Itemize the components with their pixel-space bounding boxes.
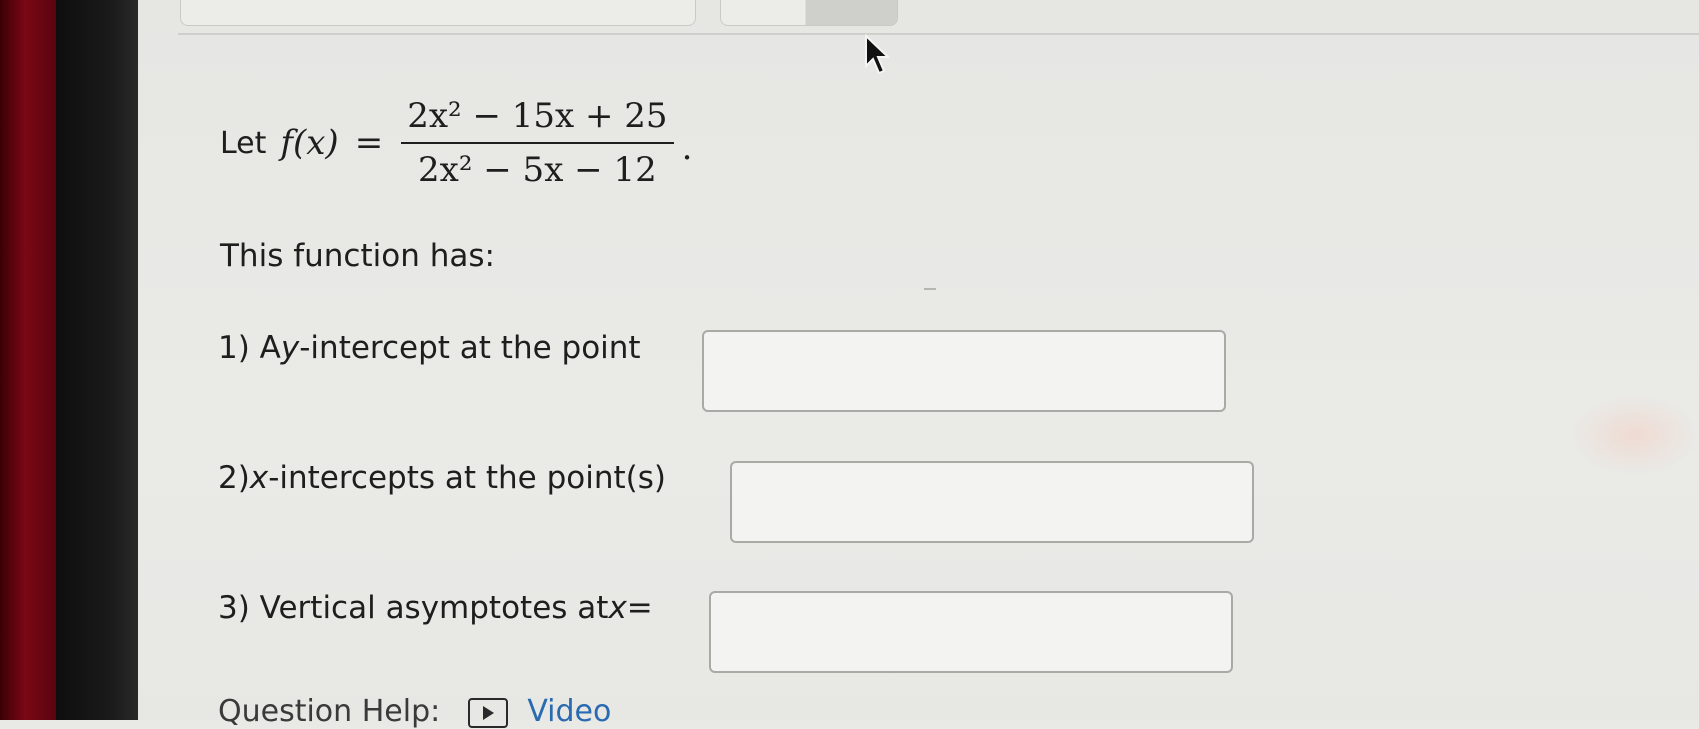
let-word: Let xyxy=(220,125,267,161)
video-link[interactable]: Video xyxy=(527,694,611,729)
function-definition: Let f(x) = 2x² − 15x + 25 2x² − 5x − 12 … xyxy=(220,88,692,198)
top-button-left[interactable] xyxy=(180,0,696,26)
numerator: 2x² − 15x + 25 xyxy=(407,96,668,136)
question-3: 3) Vertical asymptotes at x = xyxy=(218,590,653,626)
x-intercepts-input[interactable] xyxy=(730,461,1254,543)
denominator: 2x² − 5x − 12 xyxy=(418,150,657,190)
question-1: 1) A y -intercept at the point xyxy=(218,330,641,366)
y-intercept-input[interactable] xyxy=(702,330,1226,412)
question-2: 2) x -intercepts at the point(s) xyxy=(218,460,667,496)
rational-expression: 2x² − 15x + 25 2x² − 5x − 12 xyxy=(401,96,674,190)
function-name: f(x) xyxy=(280,123,339,163)
vertical-asymptotes-input[interactable] xyxy=(709,591,1233,673)
screen-glare xyxy=(1570,395,1699,475)
device-bezel-red xyxy=(0,0,56,720)
stray-mark xyxy=(924,288,936,290)
header-divider xyxy=(178,33,1699,35)
question-help-label: Question Help: xyxy=(218,694,441,729)
top-button-right[interactable] xyxy=(720,0,898,26)
question-help: Question Help: Video xyxy=(218,694,611,729)
device-bezel-black xyxy=(56,0,138,720)
intro-text: This function has: xyxy=(220,238,495,274)
video-icon[interactable] xyxy=(467,697,508,728)
period: . xyxy=(681,128,693,168)
equals-sign: = xyxy=(354,123,384,163)
